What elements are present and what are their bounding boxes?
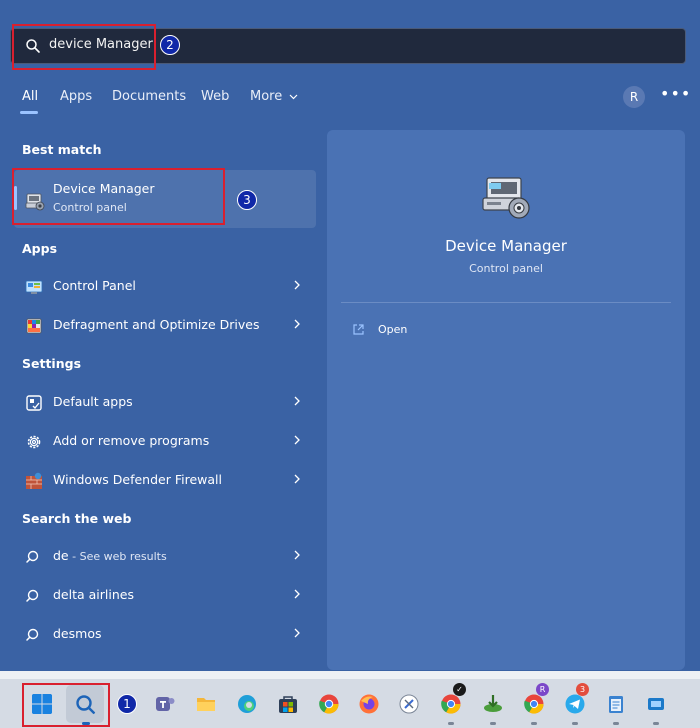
web-item-label: de - See web results: [53, 548, 167, 563]
app-item-defragment[interactable]: Defragment and Optimize Drives: [14, 309, 316, 341]
settings-item-default-apps[interactable]: Default apps: [14, 386, 316, 418]
tab-more[interactable]: More: [250, 89, 298, 104]
start-search-panel: device Manager All Apps Documents Web Mo…: [0, 0, 700, 728]
preview-divider: [341, 302, 671, 303]
chrome-icon[interactable]: [318, 693, 340, 715]
web-item-label: desmos: [53, 626, 102, 641]
tab-web[interactable]: Web: [201, 89, 229, 104]
chevron-right-icon: [294, 319, 300, 329]
gear-icon: [27, 435, 41, 449]
chevron-right-icon: [294, 474, 300, 484]
chevron-right-icon: [294, 280, 300, 290]
search-icon: [26, 589, 39, 602]
file-explorer-icon[interactable]: [195, 693, 217, 715]
chrome-profile-icon[interactable]: [440, 693, 462, 715]
web-item-query: de: [53, 548, 69, 563]
settings-item-label: Default apps: [53, 394, 133, 409]
chrome-profile-r-icon[interactable]: [523, 693, 545, 715]
edge-icon[interactable]: [236, 693, 258, 715]
running-indicator: [448, 722, 454, 725]
active-tab-indicator: [20, 111, 38, 114]
preview-sub: Control panel: [469, 262, 543, 275]
teams-icon[interactable]: [154, 693, 176, 715]
highlight-taskbar-start-search: [22, 683, 110, 727]
chevron-down-icon: [289, 94, 298, 99]
more-options-icon[interactable]: •••: [660, 84, 691, 103]
web-heading: Search the web: [22, 511, 132, 526]
step-badge-1: 1: [117, 694, 137, 714]
search-icon: [26, 628, 39, 641]
telegram-unread-badge: 3: [576, 683, 589, 696]
running-indicator: [490, 722, 496, 725]
running-indicator: [572, 722, 578, 725]
step-badge-3: 3: [237, 190, 257, 210]
notepad-icon[interactable]: [605, 693, 627, 715]
tab-more-label: More: [250, 89, 283, 104]
default-apps-icon: [26, 395, 42, 411]
microsoft-store-icon[interactable]: [277, 693, 299, 715]
preview-title: Device Manager: [445, 237, 567, 255]
apps-heading: Apps: [22, 241, 58, 256]
running-indicator: [653, 722, 659, 725]
web-item-desmos[interactable]: desmos: [14, 618, 316, 650]
web-item-label: delta airlines: [53, 587, 134, 602]
tab-apps[interactable]: Apps: [60, 89, 92, 104]
chevron-right-icon: [294, 589, 300, 599]
preview-pane: Device Manager Control panel Open: [327, 130, 685, 670]
defragment-icon: [26, 318, 42, 334]
device-manager-icon: [482, 177, 530, 219]
app-item-control-panel[interactable]: Control Panel: [14, 270, 316, 302]
highlight-search-box: [12, 24, 156, 70]
chevron-right-icon: [294, 628, 300, 638]
chevron-right-icon: [294, 396, 300, 406]
profile-avatar-icon: ✓: [453, 683, 466, 696]
settings-item-add-remove-programs[interactable]: Add or remove programs: [14, 425, 316, 457]
app-item-label: Defragment and Optimize Drives: [53, 317, 260, 332]
search-icon: [26, 550, 39, 563]
firefox-icon[interactable]: [358, 693, 380, 715]
settings-heading: Settings: [22, 356, 82, 371]
best-match-heading: Best match: [22, 142, 102, 157]
running-indicator: [531, 722, 537, 725]
settings-item-label: Windows Defender Firewall: [53, 472, 222, 487]
remote-desktop-icon[interactable]: [645, 693, 667, 715]
open-external-icon[interactable]: [352, 323, 365, 336]
profile-r-badge: R: [536, 683, 549, 696]
app-item-label: Control Panel: [53, 278, 136, 293]
open-button[interactable]: Open: [378, 323, 407, 336]
background-strip: [0, 671, 700, 679]
web-item-hint: - See web results: [68, 550, 167, 563]
settings-item-firewall[interactable]: Windows Defender Firewall: [14, 464, 316, 496]
control-panel-icon: [25, 280, 43, 294]
avatar[interactable]: R: [623, 86, 645, 108]
tab-all[interactable]: All: [22, 89, 38, 104]
web-item-de[interactable]: de - See web results: [14, 540, 316, 572]
tab-documents[interactable]: Documents: [112, 89, 186, 104]
highlight-best-match: [12, 168, 225, 225]
chevron-right-icon: [294, 550, 300, 560]
firewall-icon: [26, 472, 42, 489]
download-manager-icon[interactable]: [482, 693, 504, 715]
web-item-delta-airlines[interactable]: delta airlines: [14, 579, 316, 611]
step-badge-2: 2: [160, 35, 180, 55]
settings-item-label: Add or remove programs: [53, 433, 210, 448]
telegram-icon[interactable]: [564, 693, 586, 715]
running-indicator: [613, 722, 619, 725]
chevron-right-icon: [294, 435, 300, 445]
app-icon[interactable]: [398, 693, 420, 715]
